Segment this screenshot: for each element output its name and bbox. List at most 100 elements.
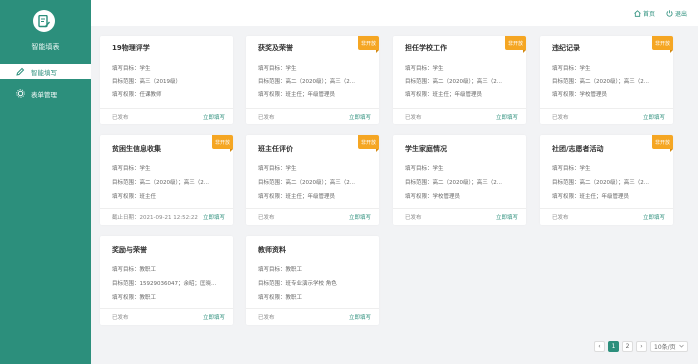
fill-now-button[interactable]: 立即填写 [203,313,225,321]
card-divider [100,108,233,109]
card-status: 已发布 [552,115,569,121]
app-title: 智能填表 [31,43,60,51]
gear-icon [16,89,25,98]
non-open-badge: 非开放 [358,135,379,152]
card-target: 填写目标：学生 [258,166,297,172]
card-permission: 填写权限：学校管理员 [552,92,608,98]
card-title: 19物理评学 [112,44,150,52]
form-card[interactable]: 非开放 获奖及荣誉 填写目标：学生 目标范围：高二（2020级）；高三（2...… [246,36,379,124]
card-target: 填写目标：教职工 [258,267,303,273]
home-link[interactable]: 首页 [634,9,655,18]
card-title: 获奖及荣誉 [258,44,293,52]
sidebar: 智能填表 智能填写 表单管理 [0,0,91,364]
card-target: 填写目标：学生 [405,166,444,172]
card-permission: 填写权限：班主任；年级管理员 [258,194,336,200]
form-card[interactable]: 19物理评学 填写目标：学生 目标范围：高三（2019级） 填写权限：任课教师 … [100,36,233,124]
card-divider [540,208,673,209]
page-1-button[interactable]: 1 [608,340,619,352]
card-divider [246,308,379,309]
card-deadline: 截止日期：2021-09-21 12:52:22 [112,215,198,221]
card-divider [100,208,233,209]
page-size-select[interactable]: 10条/页 [650,340,688,352]
card-divider [246,108,379,109]
fill-now-button[interactable]: 立即填写 [203,113,225,121]
non-open-badge: 非开放 [652,135,673,152]
card-title: 教师资料 [258,246,286,254]
page-2-button[interactable]: 2 [622,340,633,352]
prev-page-button[interactable]: ‹ [594,340,605,352]
card-divider [393,208,526,209]
card-title: 社团/志愿者活动 [552,145,604,153]
form-card[interactable]: 奖励与荣誉 填写目标：教职工 目标范围：15929036047；余昭；匡晓...… [100,236,233,325]
card-permission: 填写权限：班主任；年级管理员 [552,194,630,200]
home-link-label: 首页 [643,11,656,18]
chevron-down-icon [679,343,684,350]
fill-now-button[interactable]: 立即填写 [496,213,518,221]
card-scope: 目标范围：15929036047；余昭；匡晓... [112,281,217,287]
fill-now-button[interactable]: 立即填写 [349,213,371,221]
app-logo [33,10,55,32]
card-status: 已发布 [112,315,129,321]
card-scope: 目标范围：高二（2020级）；高三（2... [552,180,649,186]
non-open-badge: 非开放 [505,36,526,53]
card-title: 贫困生信息收集 [112,145,161,153]
pagination: ‹ 1 2 › 10条/页 [591,340,688,352]
card-permission: 填写权限：班主任；年级管理员 [258,92,336,98]
card-target: 填写目标：学生 [552,66,591,72]
fill-now-button[interactable]: 立即填写 [643,213,665,221]
card-target: 填写目标：学生 [405,66,444,72]
card-permission: 填写权限：教职工 [112,295,157,301]
fill-now-button[interactable]: 立即填写 [643,113,665,121]
card-title: 奖励与荣誉 [112,246,147,254]
non-open-badge: 非开放 [212,135,233,152]
fill-now-button[interactable]: 立即填写 [203,213,225,221]
card-target: 填写目标：学生 [258,66,297,72]
sidebar-item-form-management[interactable]: 表单管理 [0,86,91,101]
card-permission: 填写权限：任课教师 [112,92,162,98]
card-divider [246,208,379,209]
card-scope: 目标范围：高二（2020级）；高三（2... [258,180,355,186]
form-card[interactable]: 非开放 班主任评价 填写目标：学生 目标范围：高二（2020级）；高三（2...… [246,135,379,225]
card-scope: 目标范围：高三（2019级） [112,79,181,85]
card-scope: 目标范围：高二（2020级）；高三（2... [405,180,502,186]
card-status: 已发布 [258,215,275,221]
card-title: 违纪记录 [552,44,580,52]
form-card[interactable]: 教师资料 填写目标：教职工 目标范围：班专业演示学校 角色 填写权限：教职工 已… [246,236,379,325]
card-title: 学生家庭情况 [405,145,447,153]
card-scope: 目标范围：班专业演示学校 角色 [258,281,337,287]
page-size-value: 10条/页 [654,343,676,351]
card-divider [540,108,673,109]
non-open-badge: 非开放 [652,36,673,53]
card-permission: 填写权限：学校管理员 [405,194,461,200]
pen-icon [16,67,25,76]
form-card[interactable]: 非开放 贫困生信息收集 填写目标：学生 目标范围：高二（2020级）；高三（2.… [100,135,233,225]
fill-now-button[interactable]: 立即填写 [349,113,371,121]
form-card[interactable]: 非开放 担任学校工作 填写目标：学生 目标范围：高二（2020级）；高三（2..… [393,36,526,124]
card-scope: 目标范围：高二（2020级）；高三（2... [112,180,209,186]
card-target: 填写目标：教职工 [112,267,157,273]
card-scope: 目标范围：高二（2020级）；高三（2... [552,79,649,85]
card-status: 已发布 [405,215,422,221]
card-scope: 目标范围：高二（2020级）；高三（2... [258,79,355,85]
fill-now-button[interactable]: 立即填写 [349,313,371,321]
card-divider [393,108,526,109]
card-status: 已发布 [552,215,569,221]
card-target: 填写目标：学生 [112,166,151,172]
card-permission: 填写权限：班主任；年级管理员 [405,92,483,98]
logout-link[interactable]: 退出 [666,9,687,18]
topbar: 首页 退出 [91,0,698,26]
card-status: 已发布 [258,115,275,121]
sidebar-item-smart-fill[interactable]: 智能填写 [0,64,91,79]
form-card[interactable]: 非开放 违纪记录 填写目标：学生 目标范围：高二（2020级）；高三（2... … [540,36,673,124]
card-status: 已发布 [112,115,129,121]
card-permission: 填写权限：班主任 [112,194,157,200]
form-card[interactable]: 非开放 社团/志愿者活动 填写目标：学生 目标范围：高二（2020级）；高三（2… [540,135,673,225]
sidebar-item-label: 智能填写 [31,68,57,77]
next-page-button[interactable]: › [636,340,647,352]
card-title: 担任学校工作 [405,44,447,52]
non-open-badge: 非开放 [358,36,379,53]
card-status: 已发布 [405,115,422,121]
card-target: 填写目标：学生 [112,66,151,72]
form-card[interactable]: 学生家庭情况 填写目标：学生 目标范围：高二（2020级）；高三（2... 填写… [393,135,526,225]
fill-now-button[interactable]: 立即填写 [496,113,518,121]
